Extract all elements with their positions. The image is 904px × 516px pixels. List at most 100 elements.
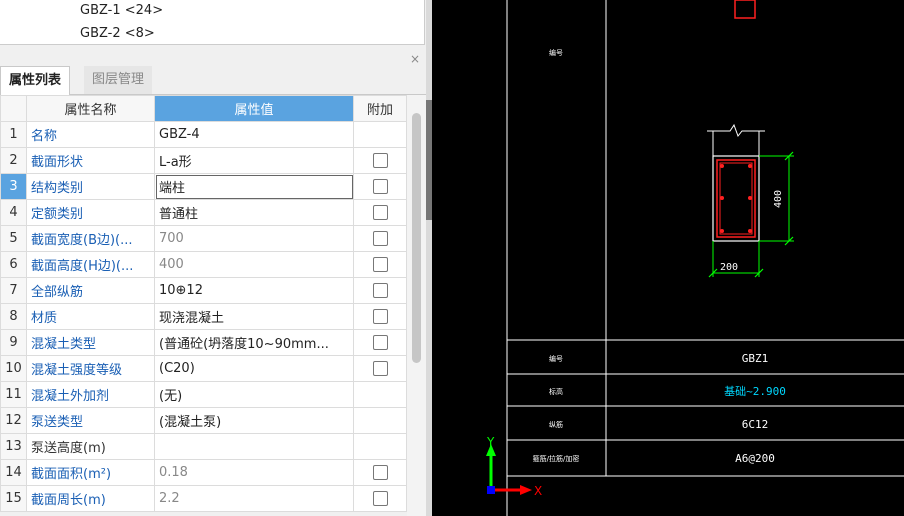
extra-checkbox[interactable] xyxy=(372,283,388,298)
property-grid: 属性名称 属性值 附加 1 名称 GBZ-4 2 截面形状 L-a形 3 结构类别 端柱 4 定额类… xyxy=(0,95,407,512)
property-name: 混凝土外加剂 xyxy=(26,381,155,408)
extra-checkbox[interactable] xyxy=(372,257,388,272)
property-value[interactable]: (无) xyxy=(154,381,354,408)
property-row[interactable]: 2 截面形状 L-a形 xyxy=(0,147,407,174)
property-name: 截面宽度(B边)(... xyxy=(26,225,155,252)
property-extra[interactable] xyxy=(353,225,407,252)
table-value-id: GBZ1 xyxy=(742,352,769,365)
property-value[interactable]: 10⊕12 xyxy=(154,277,354,304)
extra-checkbox[interactable] xyxy=(372,153,388,168)
property-value[interactable]: 0.18 xyxy=(154,459,354,486)
row-number: 14 xyxy=(0,459,27,486)
header-name[interactable]: 属性名称 xyxy=(26,95,155,122)
extra-checkbox[interactable] xyxy=(372,491,388,506)
dim-text-horizontal: 200 xyxy=(720,262,738,273)
properties-panel: GBZ-1 <24> GBZ-2 <8> × 属性列表 图层管理 属性名称 属性… xyxy=(0,0,426,516)
property-extra xyxy=(353,381,407,408)
grid-header-row: 属性名称 属性值 附加 xyxy=(0,95,407,122)
property-row[interactable]: 15 截面周长(m) 2.2 xyxy=(0,485,407,512)
property-value[interactable]: L-a形 xyxy=(154,147,354,174)
property-name: 定额类别 xyxy=(26,199,155,226)
property-row[interactable]: 9 混凝土类型 (普通砼(坍落度10~90mm... xyxy=(0,329,407,356)
extra-checkbox[interactable] xyxy=(372,205,388,220)
row-number: 8 xyxy=(0,303,27,330)
tab-property-list[interactable]: 属性列表 xyxy=(0,66,71,95)
property-extra[interactable] xyxy=(353,355,407,382)
property-value[interactable]: 700 xyxy=(154,225,354,252)
header-extra[interactable]: 附加 xyxy=(353,95,407,122)
scrollbar-thumb[interactable] xyxy=(412,113,421,363)
cad-side-label: 编号 xyxy=(549,48,563,57)
table-value-rebar: 6C12 xyxy=(742,418,769,431)
property-name: 材质 xyxy=(26,303,155,330)
property-value[interactable]: (C20) xyxy=(154,355,354,382)
row-number: 3 xyxy=(0,173,27,200)
extra-checkbox[interactable] xyxy=(372,231,388,246)
property-row[interactable]: 7 全部纵筋 10⊕12 xyxy=(0,277,407,304)
property-row[interactable]: 10 混凝土强度等级 (C20) xyxy=(0,355,407,382)
property-value[interactable]: 现浇混凝土 xyxy=(154,303,354,330)
extra-checkbox[interactable] xyxy=(372,335,388,350)
property-row[interactable]: 12 泵送类型 (混凝土泵) xyxy=(0,407,407,434)
property-value[interactable]: 普通柱 xyxy=(154,199,354,226)
row-number: 2 xyxy=(0,147,27,174)
property-extra[interactable] xyxy=(353,147,407,174)
property-value[interactable]: 400 xyxy=(154,251,354,278)
tree-item-gbz-2[interactable]: GBZ-2 <8> xyxy=(80,26,155,41)
table-value-elevation: 基础~2.900 xyxy=(724,385,786,398)
property-extra[interactable] xyxy=(353,277,407,304)
row-number: 1 xyxy=(0,121,27,148)
header-index xyxy=(0,95,27,122)
property-row[interactable]: 4 定额类别 普通柱 xyxy=(0,199,407,226)
axis-y-label: Y xyxy=(486,435,495,449)
property-row[interactable]: 5 截面宽度(B边)(... 700 xyxy=(0,225,407,252)
stirrup-inner xyxy=(719,162,753,235)
property-value[interactable]: 端柱 xyxy=(154,173,354,200)
property-extra[interactable] xyxy=(353,199,407,226)
tab-layer-management[interactable]: 图层管理 xyxy=(84,66,153,94)
property-value[interactable]: (普通砼(坍落度10~90mm... xyxy=(154,329,354,356)
property-row[interactable]: 14 截面面积(m²) 0.18 xyxy=(0,459,407,486)
property-extra[interactable] xyxy=(353,173,407,200)
extra-checkbox[interactable] xyxy=(372,309,388,324)
property-row[interactable]: 8 材质 现浇混凝土 xyxy=(0,303,407,330)
property-extra xyxy=(353,121,407,148)
row-number: 12 xyxy=(0,407,27,434)
rebar-dot xyxy=(748,164,752,168)
property-value[interactable]: (混凝土泵) xyxy=(154,407,354,434)
property-row[interactable]: 6 截面高度(H边)(... 400 xyxy=(0,251,407,278)
tree-item-gbz-1[interactable]: GBZ-1 <24> xyxy=(80,3,163,18)
property-value[interactable]: 2.2 xyxy=(154,485,354,512)
grid-scrollbar[interactable] xyxy=(407,95,426,516)
extra-checkbox[interactable] xyxy=(372,361,388,376)
row-number: 6 xyxy=(0,251,27,278)
property-row[interactable]: 11 混凝土外加剂 (无) xyxy=(0,381,407,408)
property-extra[interactable] xyxy=(353,329,407,356)
property-row[interactable]: 3 结构类别 端柱 xyxy=(0,173,407,200)
extra-checkbox[interactable] xyxy=(372,179,388,194)
axis-origin xyxy=(487,486,495,494)
property-row[interactable]: 13 泵送高度(m) xyxy=(0,433,407,460)
property-name: 截面形状 xyxy=(26,147,155,174)
property-value[interactable] xyxy=(154,433,354,460)
property-extra[interactable] xyxy=(353,303,407,330)
property-value[interactable]: GBZ-4 xyxy=(154,121,354,148)
cad-drawing[interactable]: 400 200 编号 编号 GBZ1 标高 基础~2.900 纵筋 6C12 箍… xyxy=(432,0,904,516)
header-value[interactable]: 属性值 xyxy=(154,95,354,122)
row-number: 13 xyxy=(0,433,27,460)
property-extra[interactable] xyxy=(353,485,407,512)
row-number: 15 xyxy=(0,485,27,512)
property-extra xyxy=(353,433,407,460)
cad-canvas[interactable]: 400 200 编号 编号 GBZ1 标高 基础~2.900 纵筋 6C12 箍… xyxy=(432,0,904,516)
break-line xyxy=(707,123,765,138)
property-extra[interactable] xyxy=(353,251,407,278)
row-number: 11 xyxy=(0,381,27,408)
extra-checkbox[interactable] xyxy=(372,465,388,480)
row-number: 9 xyxy=(0,329,27,356)
property-row[interactable]: 1 名称 GBZ-4 xyxy=(0,121,407,148)
property-extra xyxy=(353,407,407,434)
property-extra[interactable] xyxy=(353,459,407,486)
close-icon[interactable]: × xyxy=(410,52,420,66)
property-name: 混凝土类型 xyxy=(26,329,155,356)
row-number: 10 xyxy=(0,355,27,382)
